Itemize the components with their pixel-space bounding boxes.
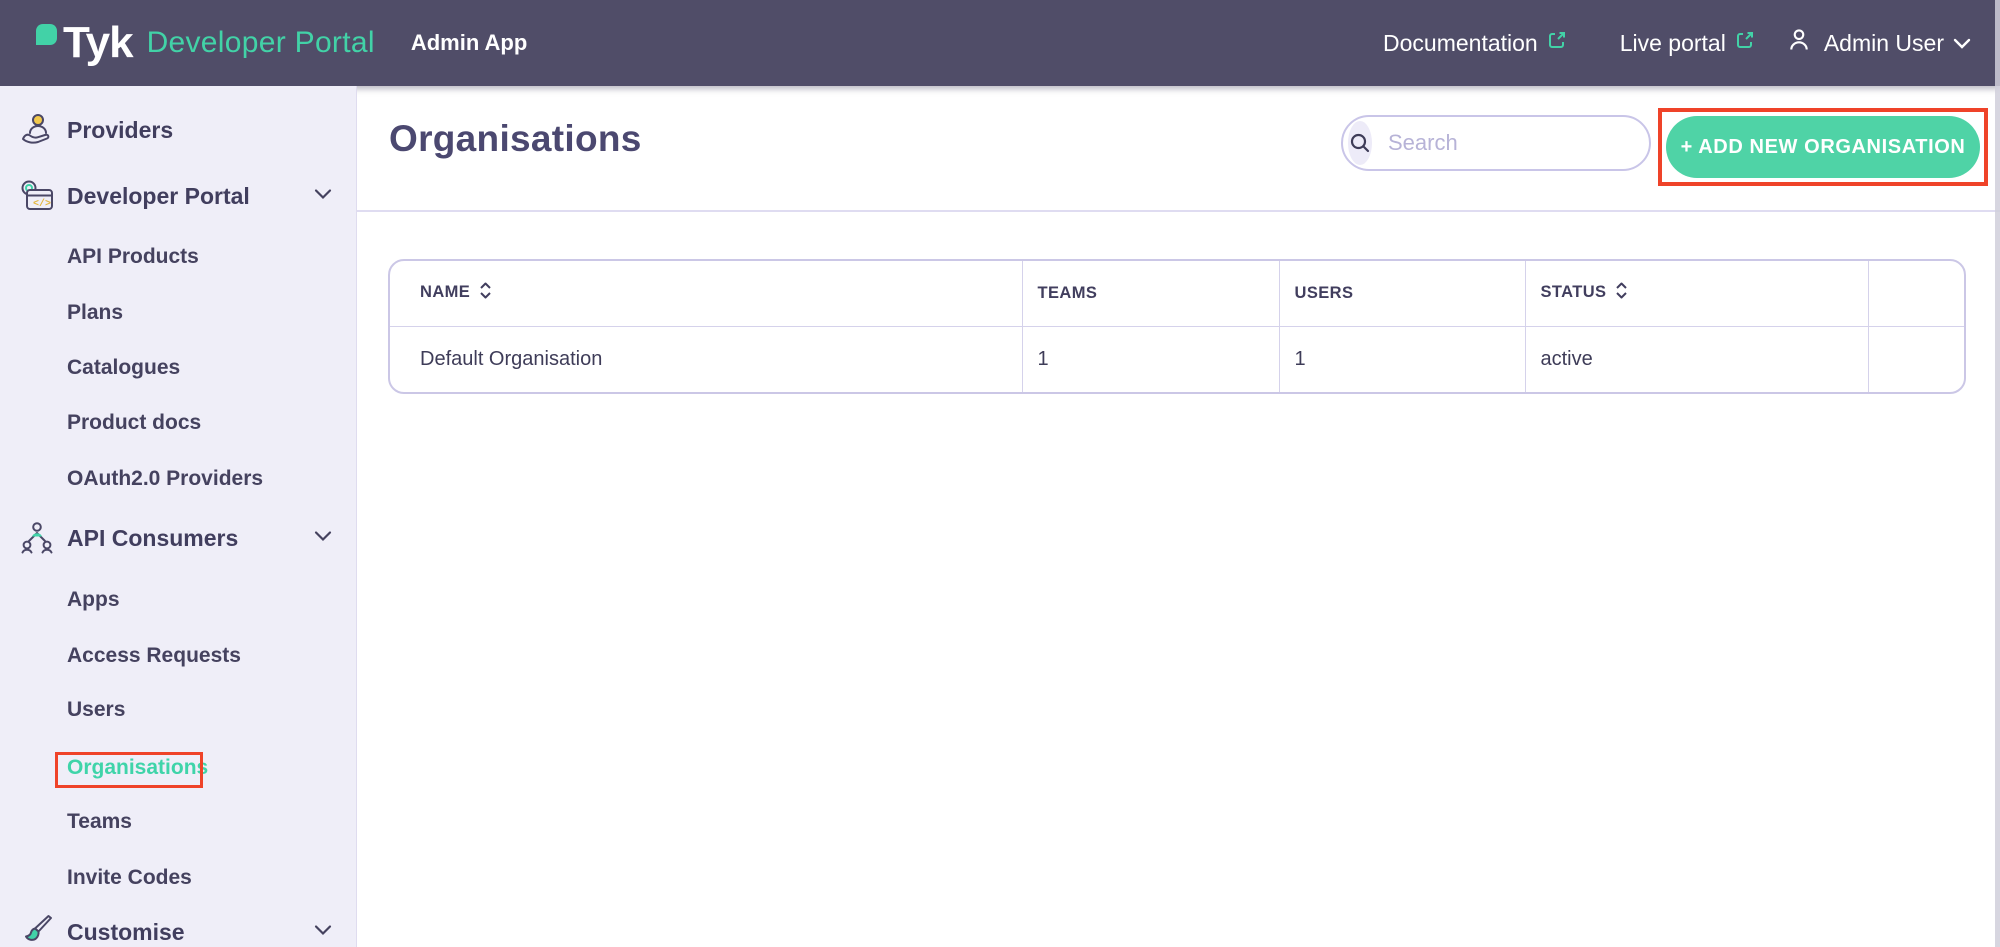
browser-code-icon: </>	[18, 177, 56, 215]
search-input[interactable]	[1372, 130, 1676, 156]
table-header-row: NAME TEAMS USERS STATUS	[390, 261, 1966, 326]
column-header-status[interactable]: STATUS	[1525, 261, 1868, 326]
sidebar-item-api-products[interactable]: API Products	[0, 237, 357, 277]
highlight-box-add-button: + ADD NEW ORGANISATION	[1658, 108, 1988, 186]
sidebar-item-teams[interactable]: Teams	[0, 802, 357, 842]
cell-users: 1	[1279, 326, 1525, 392]
sidebar-item-developer-portal[interactable]: </> Developer Portal	[0, 176, 357, 216]
svg-text:</>: </>	[33, 198, 51, 210]
sidebar-item-access-requests[interactable]: Access Requests	[0, 636, 357, 676]
sidebar-item-api-consumers[interactable]: API Consumers	[0, 518, 357, 558]
sidebar-item-plans[interactable]: Plans	[0, 293, 357, 333]
page-scrollbar[interactable]	[1995, 0, 2000, 947]
chevron-down-icon[interactable]	[314, 529, 332, 547]
sidebar-item-providers[interactable]: Providers	[0, 110, 357, 150]
brand[interactable]: Tyk Developer Portal	[33, 18, 375, 68]
logo-product: Developer Portal	[147, 26, 375, 60]
page-title: Organisations	[389, 118, 642, 160]
page: Tyk Developer Portal Admin App Documenta…	[0, 0, 2000, 947]
sidebar-item-apps[interactable]: Apps	[0, 580, 357, 620]
paintbrush-icon	[18, 913, 56, 947]
add-new-organisation-button[interactable]: + ADD NEW ORGANISATION	[1666, 116, 1980, 178]
sort-arrows-icon	[1615, 286, 1628, 304]
live-portal-link[interactable]: Live portal	[1620, 29, 1756, 57]
search-icon	[1348, 121, 1372, 165]
person-icon	[1786, 27, 1812, 59]
top-bar: Tyk Developer Portal Admin App Documenta…	[0, 0, 2000, 86]
sidebar-item-customise[interactable]: Customise	[0, 912, 357, 947]
header-divider	[357, 210, 2000, 212]
cell-name: Default Organisation	[390, 326, 1022, 392]
sidebar-item-catalogues[interactable]: Catalogues	[0, 348, 357, 388]
user-name: Admin User	[1824, 30, 1944, 57]
table-row[interactable]: Default Organisation 1 1 active	[390, 326, 1966, 392]
search-box	[1341, 115, 1651, 171]
external-link-icon	[1546, 29, 1568, 57]
sidebar-item-users[interactable]: Users	[0, 690, 357, 730]
sidebar-item-invite-codes[interactable]: Invite Codes	[0, 858, 357, 898]
sidebar-item-organisations[interactable]: Organisations	[0, 748, 357, 788]
column-header-name[interactable]: NAME	[390, 261, 1022, 326]
main-content: Organisations + ADD NEW ORGANISATION	[357, 86, 2000, 947]
app-name: Admin App	[411, 30, 528, 56]
sidebar: Providers </> Developer Portal API Produ…	[0, 86, 357, 947]
chevron-down-icon[interactable]	[314, 187, 332, 205]
organisations-table: NAME TEAMS USERS STATUS	[388, 259, 1966, 394]
sort-arrows-icon	[479, 286, 492, 304]
sidebar-item-oauth-providers[interactable]: OAuth2.0 Providers	[0, 459, 357, 499]
column-header-teams: TEAMS	[1022, 261, 1279, 326]
documentation-link[interactable]: Documentation	[1383, 29, 1568, 57]
people-network-icon	[18, 519, 56, 557]
user-menu[interactable]: Admin User	[1786, 27, 1972, 59]
logo-text: Tyk	[63, 18, 133, 68]
tyk-leaf-icon	[33, 21, 60, 53]
cell-teams: 1	[1022, 326, 1279, 392]
column-header-users: USERS	[1279, 261, 1525, 326]
external-link-icon	[1734, 29, 1756, 57]
cell-status: active	[1525, 326, 1868, 392]
chevron-down-icon[interactable]	[314, 923, 332, 941]
hand-person-icon	[18, 111, 56, 149]
column-header-actions	[1868, 261, 1966, 326]
cell-actions	[1868, 326, 1966, 392]
sidebar-item-product-docs[interactable]: Product docs	[0, 403, 357, 443]
chevron-down-icon	[1952, 30, 1972, 57]
